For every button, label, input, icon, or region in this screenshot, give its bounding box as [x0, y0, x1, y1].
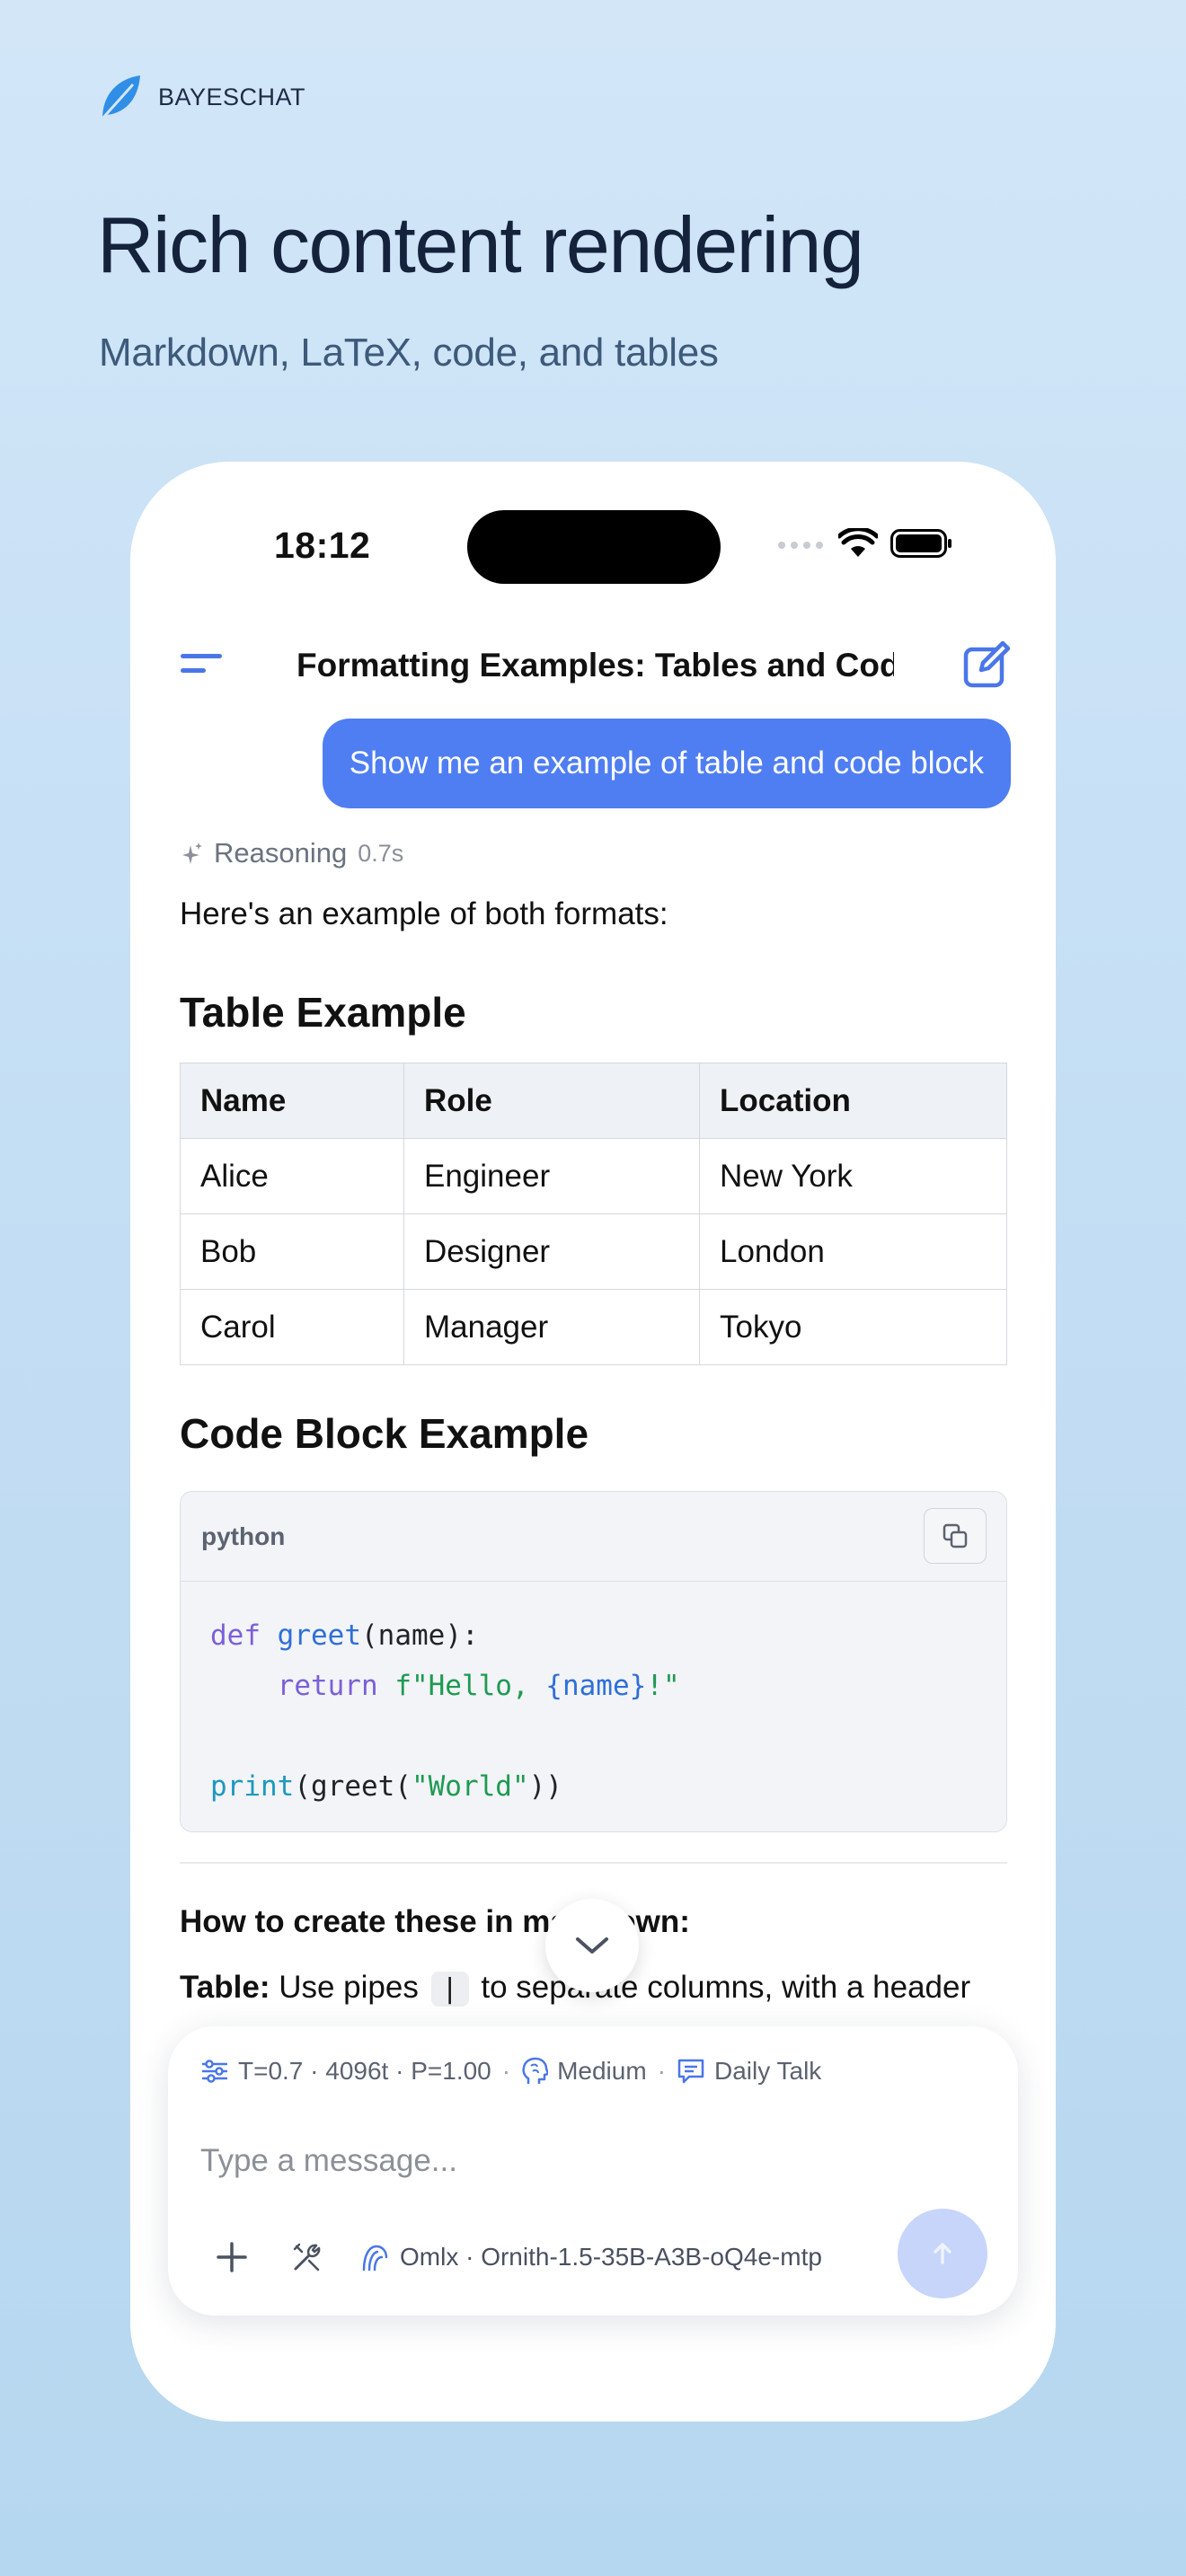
table-cell: Manager — [403, 1289, 700, 1365]
message-composer: T=0.7 · 4096t · P=1.00 · Medium · Daily … — [168, 2026, 1018, 2316]
code-token: f"Hello, — [394, 1670, 546, 1702]
chat-bubble-icon — [677, 2059, 704, 2084]
send-button[interactable] — [898, 2209, 987, 2298]
table-cell: Carol — [180, 1289, 404, 1365]
chat-body: Show me an example of table and code blo… — [130, 713, 1056, 2042]
hero-subtitle: Markdown, LaTeX, code, and tables — [99, 331, 719, 375]
code-token: def — [210, 1619, 261, 1652]
table-tip-text: Use pipes — [279, 1970, 419, 2005]
wifi-icon — [838, 528, 878, 557]
sparkle-icon — [182, 842, 202, 864]
markdown-table: Name Role Location Alice Engineer New Yo… — [180, 1063, 1007, 1365]
preset-name: Daily Talk — [714, 2057, 822, 2085]
plus-icon — [217, 2242, 247, 2272]
code-token: return — [277, 1670, 378, 1702]
add-attachment-button[interactable] — [200, 2226, 263, 2289]
user-message: Show me an example of table and code blo… — [322, 719, 1011, 808]
compose-icon[interactable] — [961, 640, 1012, 690]
table-cell: Engineer — [403, 1138, 700, 1214]
battery-icon — [890, 529, 951, 558]
preset-chip[interactable]: Daily Talk — [677, 2057, 821, 2086]
table-cell: New York — [699, 1138, 1007, 1214]
separator: · — [657, 2057, 666, 2085]
composer-toolbar: Omlx · Ornith-1.5-35B-A3B-oQ4e-mtp — [200, 2226, 822, 2289]
code-header: python — [181, 1492, 1006, 1582]
sampling-params-chip[interactable]: T=0.7 · 4096t · P=1.00 — [200, 2057, 491, 2086]
table-header-cell: Location — [699, 1063, 1007, 1139]
reasoning-time: 0.7s — [358, 839, 404, 867]
reasoning-level-chip[interactable]: Medium — [521, 2057, 647, 2086]
send-icon — [934, 2243, 951, 2264]
reasoning-toggle[interactable]: Reasoning 0.7s — [181, 837, 403, 869]
generation-params: T=0.7 · 4096t · P=1.00 · Medium · Daily … — [200, 2057, 821, 2086]
table-cell: Bob — [180, 1213, 404, 1290]
divider — [180, 1862, 1007, 1864]
table-cell: Tokyo — [699, 1289, 1007, 1365]
dynamic-island — [467, 510, 721, 584]
code-token: )) — [528, 1770, 562, 1803]
signal-icon — [778, 542, 823, 549]
chat-title: Formatting Examples: Tables and Code — [296, 647, 894, 684]
menu-button[interactable] — [181, 648, 226, 684]
brain-icon — [522, 2057, 549, 2084]
code-block: python def greet(name): return f"Hello, … — [180, 1491, 1007, 1832]
table-cell: Designer — [403, 1213, 700, 1290]
message-input[interactable] — [200, 2134, 982, 2188]
reasoning-level: Medium — [557, 2057, 647, 2085]
chevron-down-icon — [576, 1937, 608, 1954]
assistant-intro: Here's an example of both formats: — [180, 896, 668, 931]
code-token: "World" — [411, 1770, 529, 1803]
table-cell: London — [699, 1213, 1007, 1290]
table-row: Bob Designer London — [180, 1213, 1007, 1290]
hero-title: Rich content rendering — [97, 200, 864, 289]
table-heading: Table Example — [180, 989, 466, 1036]
table-tip-label: Table: — [180, 1970, 270, 2005]
sliders-icon — [202, 2060, 227, 2083]
copy-icon — [943, 1523, 968, 1548]
model-icon — [362, 2245, 388, 2272]
brand: BAYESCHAT — [99, 74, 305, 120]
table-cell: Alice — [180, 1138, 404, 1214]
table-row: Alice Engineer New York — [180, 1138, 1007, 1214]
table-header-cell: Role — [403, 1063, 700, 1139]
table-header-cell: Name — [180, 1063, 404, 1139]
sampling-params: T=0.7 · 4096t · P=1.00 — [238, 2057, 491, 2085]
phone-frame: 18:12 Formatting Examples: Tables and Co… — [130, 462, 1056, 2422]
copy-button[interactable] — [924, 1508, 987, 1564]
code-content: def greet(name): return f"Hello, {name}!… — [210, 1610, 680, 1812]
reasoning-label: Reasoning — [214, 837, 348, 869]
tools-button[interactable] — [276, 2226, 339, 2289]
code-token: print — [210, 1770, 295, 1803]
code-token: !" — [646, 1670, 680, 1702]
table-row: Carol Manager Tokyo — [180, 1289, 1007, 1365]
table-tip-text: to separate columns, with a header — [481, 1970, 971, 2005]
scroll-to-bottom-button[interactable] — [545, 1899, 639, 1992]
status-icons — [777, 528, 953, 559]
menu-icon — [181, 654, 222, 658]
brand-name: BAYESCHAT — [158, 83, 306, 110]
tools-icon — [293, 2243, 321, 2272]
status-time: 18:12 — [274, 525, 371, 566]
code-token: (name): — [361, 1619, 479, 1652]
separator: · — [501, 2057, 511, 2085]
table-header-row: Name Role Location — [180, 1063, 1007, 1139]
menu-icon-line — [181, 668, 206, 673]
leaf-logo-icon — [101, 75, 140, 120]
code-token: greet — [277, 1619, 361, 1652]
code-language: python — [201, 1522, 286, 1550]
model-selector[interactable]: Omlx · Ornith-1.5-35B-A3B-oQ4e-mtp — [360, 2243, 822, 2272]
chat-header: Formatting Examples: Tables and Code — [130, 627, 1056, 708]
model-name: Omlx · Ornith-1.5-35B-A3B-oQ4e-mtp — [400, 2243, 822, 2271]
code-token: {name} — [545, 1670, 647, 1702]
code-token: (greet( — [294, 1770, 412, 1803]
code-heading: Code Block Example — [180, 1410, 589, 1457]
inline-code: | — [430, 1972, 469, 2007]
